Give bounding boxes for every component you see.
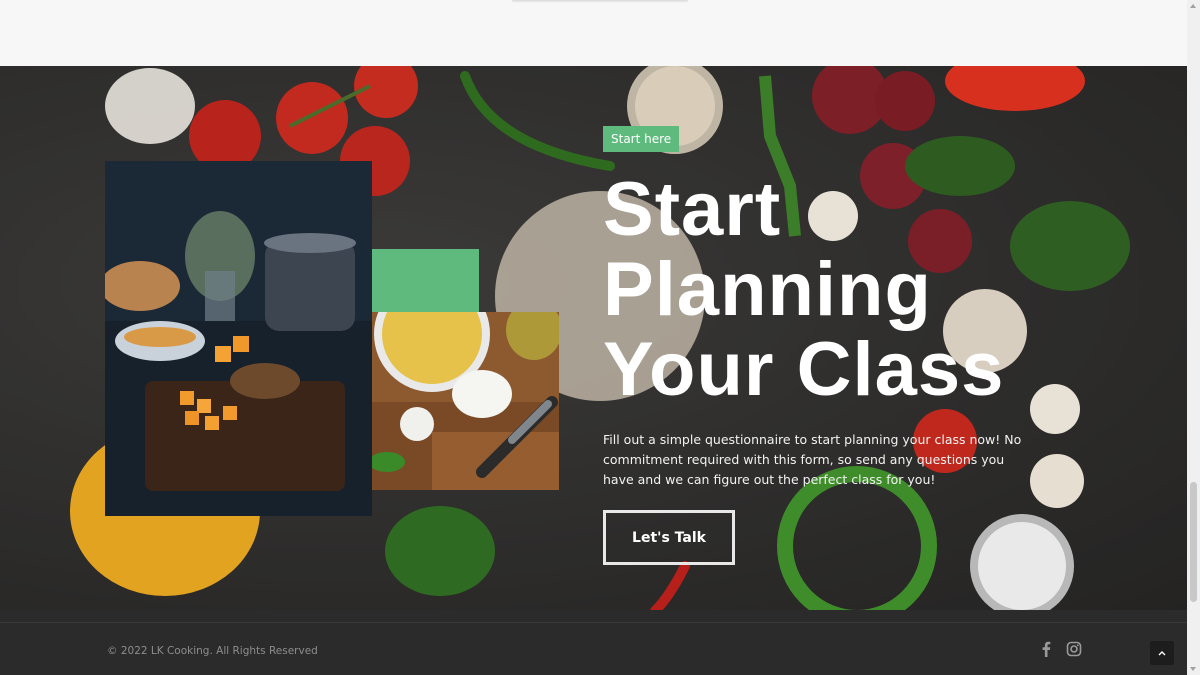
accent-block	[372, 249, 479, 312]
hero-headline: Start Planning Your Class	[603, 170, 1043, 410]
lets-talk-button[interactable]: Let's Talk	[603, 510, 735, 565]
headline-line-2: Planning	[603, 247, 932, 332]
chevron-up-icon	[1158, 651, 1166, 656]
headline-line-1: Start	[603, 167, 782, 252]
hero-description: Fill out a simple questionnaire to start…	[603, 432, 1022, 487]
scroll-down-arrow-icon[interactable]	[1190, 667, 1196, 671]
hero-section: Start here Start Planning Your Class Fil…	[0, 66, 1187, 610]
top-strip	[0, 0, 1187, 66]
copyright-text: © 2022 LK Cooking. All Rights Reserved	[107, 645, 318, 657]
header-shadow	[512, 0, 688, 3]
pasta-photo	[372, 312, 559, 490]
back-to-top-button[interactable]	[1150, 641, 1174, 665]
instagram-icon[interactable]	[1066, 640, 1082, 658]
scrollbar-thumb[interactable]	[1190, 482, 1197, 602]
kitchen-photo	[105, 161, 372, 516]
kitchen-photo-art	[105, 161, 372, 516]
page-scrollbar[interactable]	[1187, 0, 1200, 675]
social-links	[1038, 640, 1082, 658]
hero-content: Start here Start Planning Your Class Fil…	[603, 126, 1043, 565]
headline-line-3: Your Class	[603, 327, 1005, 412]
scroll-up-arrow-icon[interactable]	[1190, 4, 1196, 8]
pasta-photo-art	[372, 312, 559, 490]
footer: © 2022 LK Cooking. All Rights Reserved	[0, 610, 1187, 675]
facebook-icon[interactable]	[1038, 640, 1054, 658]
section-tag: Start here	[603, 126, 680, 152]
footer-divider	[0, 622, 1187, 623]
